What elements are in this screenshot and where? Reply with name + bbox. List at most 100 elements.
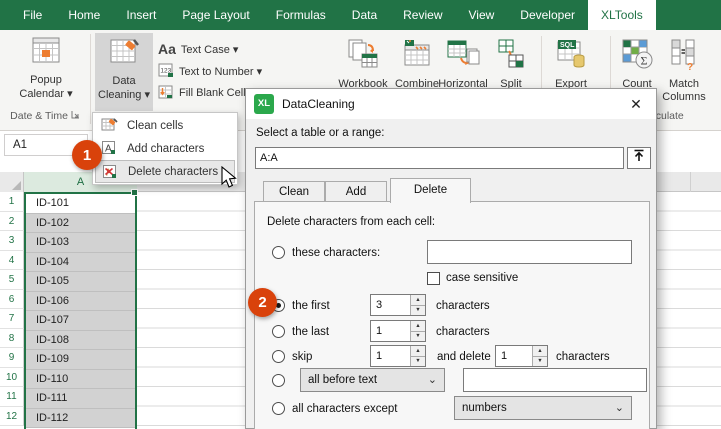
close-icon[interactable]: ✕ [624,93,648,115]
range-input[interactable] [255,147,624,169]
all-except-label: all characters except [292,403,398,415]
cell-a10[interactable]: ID-110 [26,369,135,389]
delete-count-stepper[interactable]: 1 ▲ ▼ [495,345,548,367]
cell-a2[interactable]: ID-102 [26,213,135,233]
data-cleaning-button[interactable]: Data Cleaning ▾ [95,33,153,111]
first-count-stepper[interactable]: 3 ▲ ▼ [370,294,426,316]
stepper-buttons: ▲ ▼ [410,346,425,366]
selected-column-a: ID-101 ID-102 ID-103 ID-104 ID-105 ID-10… [24,192,137,429]
stepper-down-icon[interactable]: ▼ [411,356,425,366]
menu-item-add-characters[interactable]: A Add characters [93,137,237,160]
text-case-button[interactable]: Aa Text Case ▾ [158,40,238,58]
export-sql-button[interactable]: SQL [552,38,590,74]
dialog-title-bar[interactable]: XL DataCleaning ✕ [246,89,656,119]
cell-a7[interactable]: ID-107 [26,311,135,331]
cell-a9[interactable]: ID-109 [26,350,135,370]
fill-blank-cells-button[interactable]: Fill Blank Cells [158,84,251,102]
cell-a12[interactable]: ID-112 [26,408,135,428]
clean-cells-icon [101,117,118,136]
cell-a1[interactable]: ID-101 [26,194,135,214]
mouse-cursor-icon [220,165,240,195]
row-number[interactable]: 7 [0,309,24,329]
select-range-button[interactable] [627,147,651,169]
count-button[interactable]: Σ [618,38,656,74]
row-number[interactable]: 9 [0,348,24,368]
stepper-up-icon[interactable]: ▲ [411,321,425,332]
tab-view[interactable]: View [456,0,508,30]
row-number-gutter: 1 2 3 4 5 6 7 8 9 10 11 12 [0,192,24,426]
these-characters-input[interactable] [427,240,632,264]
stepper-up-icon[interactable]: ▲ [411,346,425,357]
popup-calendar-button[interactable]: Popup Calendar ▾ [8,35,84,101]
the-last-label: the last [292,326,330,338]
stepper-down-icon[interactable]: ▼ [411,331,425,341]
row-number[interactable]: 5 [0,270,24,290]
tab-home[interactable]: Home [55,0,113,30]
radio-skip[interactable] [272,350,285,363]
radio-before-text[interactable] [272,374,285,387]
tab-data[interactable]: Data [339,0,390,30]
combine-button[interactable] [398,38,436,74]
cell-a6[interactable]: ID-106 [26,291,135,311]
before-text-input[interactable] [463,368,647,392]
stepper-up-icon[interactable]: ▲ [533,346,547,357]
match-columns-button[interactable]: ? [664,38,702,74]
split-button[interactable] [444,38,482,74]
case-sensitive-checkbox[interactable] [427,272,440,285]
case-sensitive-label: case sensitive [446,272,519,284]
row-number[interactable]: 11 [0,387,24,407]
tab-add[interactable]: Add [325,181,387,202]
text-case-icon: Aa [158,41,176,57]
row-number[interactable]: 6 [0,289,24,309]
except-dropdown[interactable]: numbers ⌄ [454,396,632,420]
tab-developer[interactable]: Developer [507,0,588,30]
tab-page-layout[interactable]: Page Layout [169,0,262,30]
row-number[interactable]: 1 [0,192,24,212]
cell-a8[interactable]: ID-108 [26,330,135,350]
stepper-up-icon[interactable]: ▲ [411,295,425,306]
radio-the-last[interactable] [272,325,285,338]
tab-formulas[interactable]: Formulas [263,0,339,30]
tab-clean[interactable]: Clean [263,181,325,202]
cell-a5[interactable]: ID-105 [26,272,135,292]
select-all-corner[interactable] [0,172,24,192]
radio-all-except[interactable] [272,402,285,415]
row-number[interactable]: 2 [0,211,24,231]
skip-count-value: 1 [376,350,383,362]
dialog-launcher-icon[interactable] [71,110,80,122]
last-count-stepper[interactable]: 1 ▲ ▼ [370,320,426,342]
stepper-down-icon[interactable]: ▼ [533,356,547,366]
tab-insert[interactable]: Insert [113,0,169,30]
cell-a3[interactable]: ID-103 [26,233,135,253]
menu-item-clean-cells[interactable]: Clean cells [93,114,237,137]
workbook-button[interactable] [344,38,382,74]
excel-window: File Home Insert Page Layout Formulas Da… [0,0,721,429]
last-count-value: 1 [376,325,383,337]
row-number[interactable]: 8 [0,328,24,348]
text-to-number-button[interactable]: 123 Text to Number ▾ [158,62,262,80]
chevron-down-icon: ⌄ [614,402,624,414]
stepper-buttons: ▲ ▼ [410,295,425,315]
menu-item-delete-characters[interactable]: A Delete characters [95,160,235,183]
radio-these-characters[interactable] [272,246,285,259]
selection-fill-handle[interactable] [131,189,138,196]
row-number[interactable]: 4 [0,250,24,270]
cell-a11[interactable]: ID-111 [26,389,135,409]
row-number[interactable]: 3 [0,231,24,251]
data-cleaning-label: Data Cleaning ▾ [98,75,150,101]
tab-review[interactable]: Review [390,0,455,30]
tab-xltools[interactable]: XLTools [588,0,656,30]
svg-text:SQL: SQL [560,42,575,49]
datacleaning-dialog: XL DataCleaning ✕ Select a table or a ra… [245,88,657,429]
workbook-pages-icon [345,37,381,76]
combine-cells-button[interactable] [492,38,530,74]
cell-a4[interactable]: ID-104 [26,252,135,272]
skip-count-stepper[interactable]: 1 ▲ ▼ [370,345,426,367]
tab-file[interactable]: File [10,0,55,30]
before-text-dropdown[interactable]: all before text ⌄ [300,368,445,392]
step-1-badge: 1 [72,140,102,170]
tab-delete[interactable]: Delete [390,178,471,203]
stepper-down-icon[interactable]: ▼ [411,305,425,315]
row-number[interactable]: 12 [0,406,24,426]
row-number[interactable]: 10 [0,367,24,387]
